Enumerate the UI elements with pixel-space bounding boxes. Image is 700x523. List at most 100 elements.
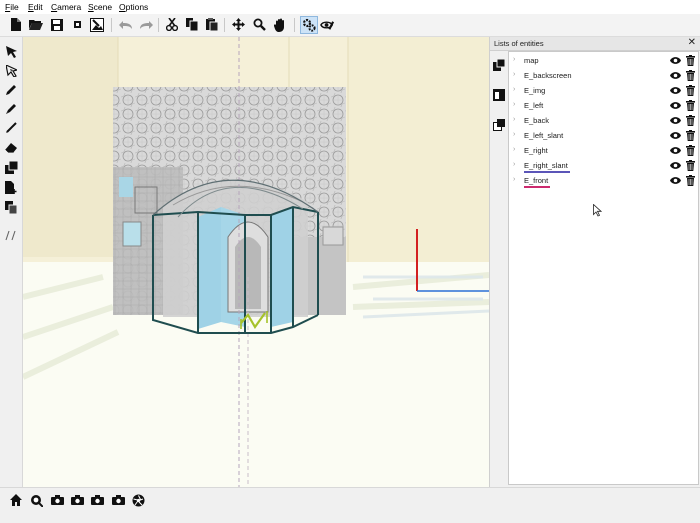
trash-icon[interactable] — [686, 100, 695, 111]
blue-panel-right — [271, 207, 293, 327]
external-link-icon[interactable] — [493, 58, 506, 71]
eye-icon[interactable] — [670, 116, 681, 125]
camera-icon[interactable] — [70, 493, 84, 507]
popout-icon[interactable] — [493, 119, 505, 131]
camera-icon[interactable] — [111, 493, 125, 507]
home-icon[interactable] — [9, 493, 23, 507]
menu-options[interactable]: Options — [119, 2, 148, 12]
list-item[interactable]: › E_left — [509, 98, 698, 113]
entity-name: E_right — [524, 146, 548, 155]
trash-icon[interactable] — [686, 160, 695, 171]
camera-icon[interactable] — [50, 493, 64, 507]
trash-icon[interactable] — [686, 145, 695, 156]
chevron-right-icon[interactable]: › — [513, 161, 515, 168]
eye-icon[interactable] — [670, 101, 681, 110]
window-icon[interactable] — [493, 89, 505, 101]
export-image-icon[interactable] — [89, 17, 104, 32]
list-item[interactable]: › E_backscreen — [509, 68, 698, 83]
chevron-right-icon[interactable]: › — [513, 56, 515, 63]
eye-icon[interactable] — [670, 131, 681, 140]
paste-icon[interactable] — [204, 17, 219, 32]
chevron-right-icon[interactable]: › — [513, 116, 515, 123]
eye-icon[interactable] — [670, 71, 681, 80]
entity-underline — [524, 186, 550, 188]
list-item[interactable]: › E_right_slant — [509, 158, 698, 173]
list-item[interactable]: › E_front — [509, 173, 698, 188]
scribble-icon[interactable] — [3, 227, 19, 242]
list-item[interactable]: › E_right — [509, 143, 698, 158]
save-icon[interactable] — [49, 17, 64, 32]
eye-icon[interactable] — [670, 56, 681, 65]
panel-header: Lists of entities ✕ — [490, 37, 700, 51]
settings-gear-icon[interactable] — [300, 16, 318, 34]
entity-name: map — [524, 56, 539, 65]
menu-bar: File Edit Camera Scene Options — [0, 0, 700, 15]
blue-panel-left — [198, 207, 221, 329]
trash-icon[interactable] — [686, 85, 695, 96]
trash-icon[interactable] — [686, 70, 695, 81]
toolbar — [0, 14, 700, 37]
list-item[interactable]: › E_back — [509, 113, 698, 128]
list-item[interactable]: › E_img — [509, 83, 698, 98]
eye-icon[interactable] — [670, 86, 681, 95]
right-wall — [348, 37, 489, 262]
pan-hand-icon[interactable] — [272, 17, 287, 32]
eraser-icon[interactable] — [3, 140, 19, 155]
chevron-right-icon[interactable]: › — [513, 71, 515, 78]
menu-edit[interactable]: Edit — [28, 2, 43, 12]
chevron-right-icon[interactable]: › — [513, 146, 515, 153]
entity-name: E_backscreen — [524, 71, 572, 80]
new-file-icon[interactable] — [8, 17, 23, 32]
entity-name: E_front — [524, 176, 549, 185]
close-icon[interactable]: ✕ — [688, 37, 696, 48]
direct-select-icon[interactable] — [3, 63, 19, 78]
list-item[interactable]: › E_left_slant — [509, 128, 698, 143]
entity-name: E_img — [524, 86, 546, 95]
trash-icon[interactable] — [686, 55, 695, 66]
trash-icon[interactable] — [686, 175, 695, 186]
entity-name: E_left — [524, 101, 544, 110]
left-toolbar — [0, 37, 23, 487]
duplicate-icon[interactable] — [3, 200, 19, 215]
bottom-toolbar — [0, 487, 700, 523]
left-wall — [23, 37, 118, 257]
camera-search-icon[interactable] — [29, 493, 43, 507]
entity-list: › map › E_backscreen › E_img › E_left › … — [508, 51, 699, 485]
chevron-right-icon[interactable]: › — [513, 176, 515, 183]
copy-icon[interactable] — [184, 17, 199, 32]
cut-icon[interactable] — [164, 17, 179, 32]
move-icon[interactable] — [231, 17, 246, 32]
pencil-icon[interactable] — [3, 82, 19, 97]
small-square-icon[interactable] — [70, 17, 85, 32]
eye-icon[interactable] — [670, 176, 681, 185]
aperture-icon[interactable] — [131, 493, 145, 507]
layers-icon[interactable] — [3, 160, 19, 175]
chevron-right-icon[interactable]: › — [513, 86, 515, 93]
brush-icon[interactable] — [3, 101, 19, 116]
eye-icon[interactable] — [670, 146, 681, 155]
view-eye-icon[interactable] — [320, 17, 335, 32]
select-arrow-icon[interactable] — [3, 44, 19, 59]
line-icon[interactable] — [3, 120, 19, 135]
open-folder-icon[interactable] — [28, 17, 43, 32]
scene-viewport[interactable] — [23, 37, 489, 487]
menu-scene[interactable]: Scene — [88, 2, 112, 12]
entity-name: E_right_slant — [524, 161, 568, 170]
eye-icon[interactable] — [670, 161, 681, 170]
chevron-right-icon[interactable]: › — [513, 101, 515, 108]
entities-panel: Lists of entities ✕ › map › E_backscreen… — [489, 37, 700, 487]
menu-camera[interactable]: Camera — [51, 2, 81, 12]
panel-title: Lists of entities — [494, 39, 544, 48]
undo-icon[interactable] — [118, 17, 133, 32]
trash-icon[interactable] — [686, 115, 695, 126]
zoom-icon[interactable] — [252, 17, 267, 32]
scene-canvas — [23, 37, 489, 487]
mouse-cursor-icon — [593, 204, 602, 217]
chevron-right-icon[interactable]: › — [513, 131, 515, 138]
menu-file[interactable]: File — [5, 2, 19, 12]
add-page-icon[interactable] — [3, 180, 19, 195]
redo-icon[interactable] — [139, 17, 154, 32]
camera-icon[interactable] — [90, 493, 104, 507]
list-item[interactable]: › map — [509, 53, 698, 68]
trash-icon[interactable] — [686, 130, 695, 141]
